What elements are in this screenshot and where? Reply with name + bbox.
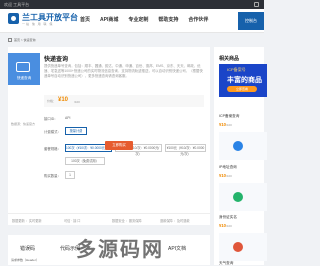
- logo-icon[interactable]: [8, 13, 19, 24]
- price-value: ¥10: [58, 97, 69, 103]
- service-item: 数据安全 ：服务保障: [112, 219, 142, 223]
- nav-item-help[interactable]: 帮助支持: [158, 16, 178, 23]
- id-card-icon: [233, 192, 243, 202]
- interface-label: 接口ID：: [44, 117, 58, 121]
- price-bar: 价格： ¥10 /100: [44, 95, 204, 107]
- package-label: 套餐规格：: [44, 147, 61, 151]
- globe-icon: [233, 141, 243, 151]
- service-item: 可信 · 接 口: [64, 219, 81, 223]
- related-item-thumbnail[interactable]: [219, 233, 267, 261]
- package-option-trial[interactable]: 100次（免费试用）: [65, 157, 105, 165]
- banner-line-2: 丰富的商品: [227, 77, 262, 84]
- tab-api-docs[interactable]: API文档: [168, 245, 186, 252]
- related-item-name[interactable]: 天气查询: [219, 261, 233, 266]
- user-icon[interactable]: [254, 2, 259, 7]
- breadcrumb: 首页 > 快递查询: [8, 38, 35, 42]
- price-label: 价格：: [47, 99, 57, 103]
- home-icon[interactable]: [8, 38, 12, 42]
- nav-item-api-store[interactable]: API商城: [100, 16, 118, 23]
- promo-banner[interactable]: ICP备案号 丰富的商品 立即查看: [219, 64, 267, 97]
- breadcrumb-home[interactable]: 首页: [14, 38, 20, 42]
- quantity-input[interactable]: 1: [65, 171, 75, 179]
- product-thumbnail: 快递查询: [8, 53, 40, 85]
- related-item-price: ¥10/100: [219, 223, 232, 228]
- related-item-name[interactable]: 身份证实名: [219, 215, 237, 220]
- buy-now-button[interactable]: 立即购买: [105, 141, 133, 150]
- nav-item-custom[interactable]: 专业定制: [128, 16, 148, 23]
- breadcrumb-current: 快递查询: [23, 38, 36, 42]
- thumbnail-caption: 快递查询: [16, 76, 32, 80]
- banner-line-1: ICP备案号: [227, 67, 246, 72]
- nav-item-home[interactable]: 首页: [80, 16, 90, 23]
- main-nav: 兰工具开放平台 一站 信 用 联 保 首页 API商城 专业定制 帮助支持 合作…: [0, 9, 264, 33]
- banner-button[interactable]: 立即查看: [227, 86, 257, 92]
- weather-icon: [233, 242, 243, 252]
- package-option-3[interactable]: ¥100元（¥10/次：¥0.0000元/次）: [165, 144, 206, 156]
- card-icon: [16, 62, 30, 72]
- related-item-price: ¥10/100: [219, 122, 232, 127]
- interface-value: API: [65, 116, 71, 120]
- billing-label: 计费模式：: [44, 130, 61, 134]
- product-title: 快递查询: [44, 57, 69, 63]
- service-item: 数据更新 ：实时更新: [12, 219, 42, 223]
- quantity-label: 购买数量：: [44, 174, 61, 178]
- top-bar: 欢迎 工具平台: [0, 0, 264, 9]
- brand-slogan: 一站 信 用 联 保: [22, 22, 54, 26]
- related-item-price: ¥10/100: [219, 173, 232, 178]
- thumbnail-note: 数据源：快递官方: [11, 122, 36, 126]
- product-description: 提供快递单号查询，包括：顺丰、圆通、韵达、中通、申通、百世、德邦、EMS、京东、…: [44, 64, 203, 78]
- related-item-thumbnail[interactable]: [219, 183, 267, 211]
- price-unit: /100: [74, 100, 80, 104]
- tab-error-codes[interactable]: 错误码: [20, 245, 35, 252]
- service-guarantees: 数据更新 ：实时更新 可信 · 接 口 数据安全 ：服务保障 退款保障 ：及时退…: [8, 213, 210, 225]
- service-item: 退款保障 ：及时退款: [160, 219, 190, 223]
- product-panel: 快递查询 数据源：快递官方 快递查询 提供快递单号查询，包括：顺丰、圆通、韵达、…: [8, 47, 210, 213]
- nav-menu: 首页 API商城 专业定制 帮助支持 合作伙伴: [80, 16, 208, 23]
- nav-item-partners[interactable]: 合作伙伴: [188, 16, 208, 23]
- welcome-text: 欢迎 工具平台: [4, 2, 30, 7]
- related-item-thumbnail[interactable]: [219, 132, 267, 160]
- related-item-name[interactable]: ICP备案查询: [219, 114, 239, 119]
- related-products-sidebar: 相关商品 ICP备案号 丰富的商品 立即查看 ICP备案查询 ¥10/100 I…: [214, 47, 267, 266]
- console-button[interactable]: 控制台: [238, 12, 264, 30]
- billing-option-usage[interactable]: 按量计费: [65, 127, 87, 135]
- sidebar-heading: 相关商品: [219, 56, 240, 62]
- related-item-name[interactable]: IP地址查询: [219, 165, 237, 170]
- doc-section-header: 请求参数（Header）: [11, 258, 39, 262]
